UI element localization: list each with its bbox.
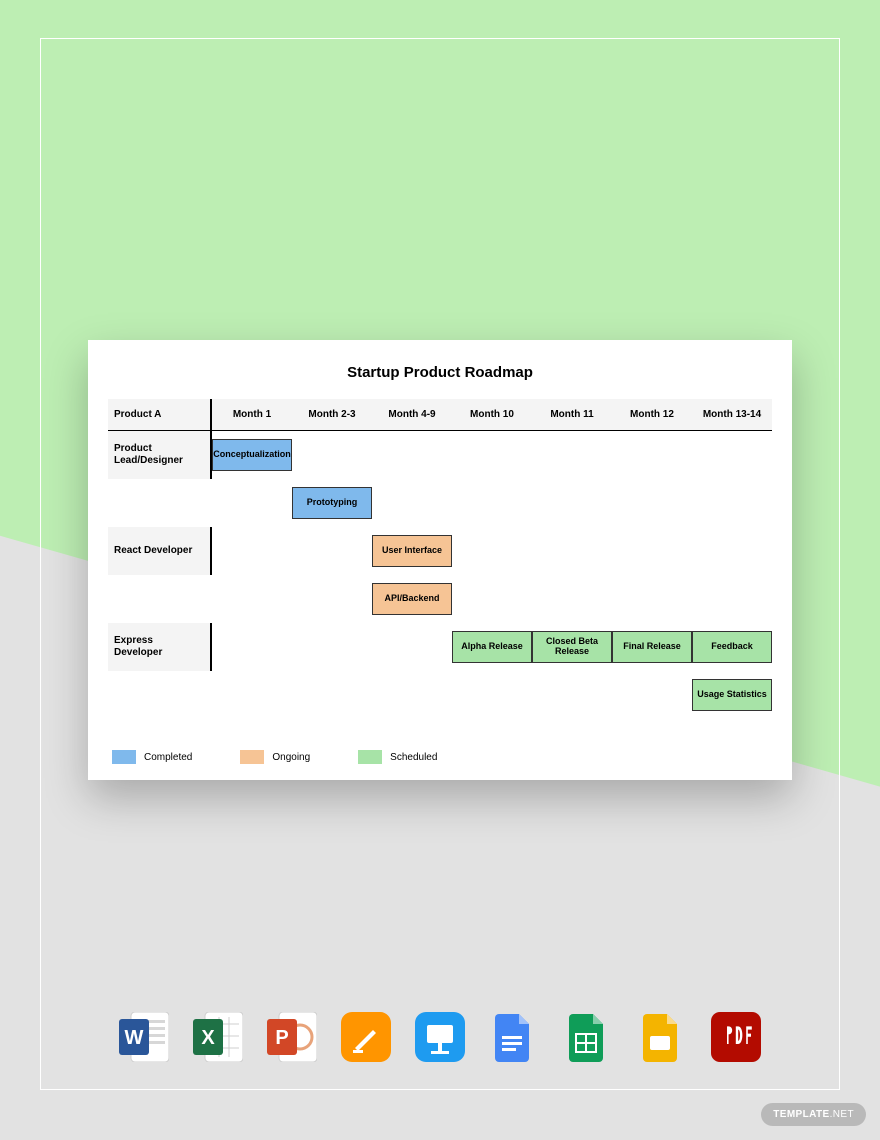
task-bar-alpha: Alpha Release (452, 631, 532, 663)
task-bar-usage: Usage Statistics (692, 679, 772, 711)
word-icon: W (119, 1012, 169, 1062)
adobe-pdf-icon (711, 1012, 761, 1062)
svg-text:P: P (275, 1027, 288, 1049)
col-header: Month 11 (532, 399, 612, 431)
lane: User Interface (212, 527, 772, 575)
format-icons-row: W X P (0, 1012, 880, 1062)
legend-label: Scheduled (390, 752, 437, 763)
lane: Conceptualization (212, 431, 772, 479)
col-header: Month 1 (212, 399, 292, 431)
watermark-brand: TEMPLATE (773, 1109, 829, 1120)
legend-label: Completed (144, 752, 192, 763)
legend: Completed Ongoing Scheduled (112, 750, 437, 764)
legend-item: Scheduled (358, 750, 437, 764)
legend-swatch-icon (112, 750, 136, 764)
task-bar-beta: Closed Beta Release (532, 631, 612, 663)
role-label: Express Developer (108, 623, 212, 671)
lane: Alpha Release Closed Beta Release Final … (212, 623, 772, 671)
legend-swatch-icon (240, 750, 264, 764)
col-header: Month 10 (452, 399, 532, 431)
google-docs-icon (489, 1012, 539, 1062)
google-sheets-icon (563, 1012, 613, 1062)
task-bar-feedback: Feedback (692, 631, 772, 663)
svg-text:W: W (125, 1027, 144, 1049)
row-header-label: Product A (108, 399, 212, 431)
col-header: Month 2-3 (292, 399, 372, 431)
legend-swatch-icon (358, 750, 382, 764)
legend-item: Completed (112, 750, 192, 764)
col-header: Month 12 (612, 399, 692, 431)
task-bar-prototyping: Prototyping (292, 487, 372, 519)
task-bar-api: API/Backend (372, 583, 452, 615)
lane: Prototyping (212, 479, 772, 527)
col-header: Month 4-9 (372, 399, 452, 431)
watermark-badge: TEMPLATE.NET (761, 1103, 866, 1126)
card-title: Startup Product Roadmap (108, 364, 772, 381)
pages-icon (341, 1012, 391, 1062)
task-bar-ui: User Interface (372, 535, 452, 567)
watermark-suffix: .NET (830, 1109, 854, 1120)
legend-item: Ongoing (240, 750, 310, 764)
task-bar-conceptualization: Conceptualization (212, 439, 292, 471)
legend-label: Ongoing (272, 752, 310, 763)
google-slides-icon (637, 1012, 687, 1062)
powerpoint-icon: P (267, 1012, 317, 1062)
col-header: Month 13-14 (692, 399, 772, 431)
lane: API/Backend (212, 575, 772, 623)
role-label: Product Lead/Designer (108, 431, 212, 479)
roadmap-card: Startup Product Roadmap Product A Month … (88, 340, 792, 780)
svg-text:X: X (201, 1027, 215, 1049)
lane: Usage Statistics (212, 671, 772, 719)
roadmap-grid: Product A Month 1 Month 2-3 Month 4-9 Mo… (108, 399, 772, 719)
keynote-icon (415, 1012, 465, 1062)
task-bar-final: Final Release (612, 631, 692, 663)
excel-icon: X (193, 1012, 243, 1062)
role-label: React Developer (108, 527, 212, 575)
